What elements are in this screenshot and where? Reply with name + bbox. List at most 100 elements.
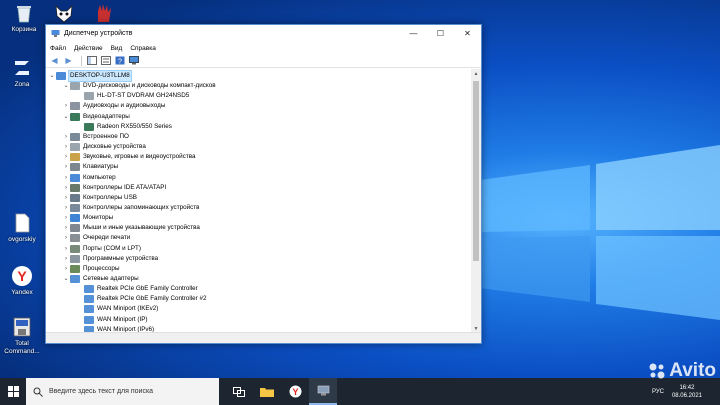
help-icon: ? xyxy=(115,56,124,65)
minimize-button[interactable]: — xyxy=(400,25,427,42)
tree-item-label: WAN Miniport (IKEv2) xyxy=(97,305,159,313)
taskbar-search-box[interactable]: Введите здесь текст для поиска xyxy=(26,378,219,405)
task-view-button[interactable] xyxy=(225,378,253,405)
chevron-down-icon[interactable]: ⌄ xyxy=(62,81,70,91)
chevron-down-icon[interactable]: ⌄ xyxy=(48,71,56,81)
clock-date: 08.06.2021 xyxy=(671,392,702,399)
tree-item-label: Дисковые устройства xyxy=(83,143,146,151)
menu-file[interactable]: Файл xyxy=(50,45,66,52)
chevron-right-icon[interactable]: › xyxy=(62,233,70,243)
scroll-up-icon[interactable]: ▲ xyxy=(471,69,481,79)
close-button[interactable]: ✕ xyxy=(454,25,481,42)
tree-item[interactable]: › Мониторы xyxy=(62,213,113,223)
tree-item[interactable]: › Дисковые устройства xyxy=(62,142,146,152)
network-icon xyxy=(84,295,94,304)
back-button[interactable]: ◀ xyxy=(49,55,60,66)
tree-item-label: Звуковые, игровые и видеоустройства xyxy=(83,153,196,161)
desktop-icon-ovgorskiy[interactable]: ovgorskiy xyxy=(0,212,44,244)
chevron-right-icon[interactable]: › xyxy=(62,173,70,183)
desktop-icon-zona[interactable]: Zona xyxy=(0,57,44,89)
desktop-icon-label: Корзина xyxy=(11,26,37,33)
status-bar xyxy=(46,332,481,343)
title-bar[interactable]: Диспетчер устройств — ☐ ✕ xyxy=(46,25,481,42)
desktop-icon-label: Zona xyxy=(14,81,30,88)
chevron-right-icon[interactable]: › xyxy=(62,183,70,193)
properties-button[interactable] xyxy=(100,55,111,66)
device-tree: ⌄ DESKTOP-U3TLLM8 ⌄ DVD-дисководы и дисково… xyxy=(46,69,473,334)
device-manager-taskbar-button[interactable] xyxy=(309,378,337,405)
yandex-browser-icon: Y xyxy=(289,385,301,398)
desktop-icon-total-commander[interactable]: Total Command... xyxy=(0,316,44,356)
desktop-icon-app-2[interactable] xyxy=(82,2,126,26)
system-tray: РУС 16:42 08.06.2021 xyxy=(652,378,720,405)
chevron-down-icon[interactable]: ⌄ xyxy=(62,274,70,284)
chevron-right-icon[interactable]: › xyxy=(62,223,70,233)
scrollbar-thumb[interactable] xyxy=(473,81,479,261)
tree-item[interactable]: Realtek PCIe GbE Family Controller xyxy=(76,284,198,294)
tree-item[interactable]: Radeon RX550/550 Series xyxy=(76,122,172,132)
chevron-right-icon[interactable]: › xyxy=(62,203,70,213)
chevron-down-icon[interactable]: ⌄ xyxy=(62,112,70,122)
tree-item-label: Сетевые адаптеры xyxy=(83,275,139,282)
tree-item[interactable]: ⌄ DESKTOP-U3TLLM8 xyxy=(48,70,132,82)
tree-item[interactable]: › Аудиовходы и аудиовыходы xyxy=(62,101,165,111)
language-indicator[interactable]: РУС xyxy=(652,389,664,395)
tree-item[interactable]: › Звуковые, игровые и видеоустройства xyxy=(62,152,195,162)
tree-item[interactable]: › Мыши и иные указывающие устройства xyxy=(62,223,200,233)
desktop-icon-yandex[interactable]: Y Yandex xyxy=(0,265,44,297)
tree-item[interactable]: › Процессоры xyxy=(62,264,119,274)
chevron-right-icon[interactable]: › xyxy=(62,162,70,172)
tree-item[interactable]: HL-DT-ST DVDRAM GH24NSD5 xyxy=(76,91,189,101)
minimize-icon: — xyxy=(409,29,418,38)
file-explorer-button[interactable] xyxy=(253,378,281,405)
tree-item[interactable]: ⌄ Сетевые адаптеры xyxy=(62,274,139,284)
chevron-right-icon[interactable]: › xyxy=(62,264,70,274)
chevron-right-icon[interactable]: › xyxy=(62,101,70,111)
search-placeholder: Введите здесь текст для поиска xyxy=(49,388,154,395)
tree-item[interactable]: WAN Miniport (IP) xyxy=(76,315,148,325)
tree-item[interactable]: › Программные устройства xyxy=(62,254,158,264)
desktop-icon-recycle-bin[interactable]: Корзина xyxy=(2,2,46,34)
menu-action[interactable]: Действие xyxy=(74,45,103,52)
chevron-right-icon[interactable]: › xyxy=(62,244,70,254)
tree-item[interactable]: › Контроллеры IDE ATA/ATAPI xyxy=(62,183,166,193)
chevron-right-icon[interactable]: › xyxy=(62,213,70,223)
chevron-right-icon[interactable]: › xyxy=(62,152,70,162)
tree-item-label: WAN Miniport (IP) xyxy=(97,315,148,323)
maximize-button[interactable]: ☐ xyxy=(427,25,454,42)
start-button[interactable] xyxy=(0,378,26,405)
tree-item[interactable]: ⌄ Видеоадаптеры xyxy=(62,112,130,122)
tree-item[interactable]: › Компьютер xyxy=(62,173,116,183)
tree-item[interactable]: › Контроллеры запоминающих устройств xyxy=(62,203,199,213)
tree-item-label: Мониторы xyxy=(83,214,114,222)
tree-item-label: HL-DT-ST DVDRAM GH24NSD5 xyxy=(97,92,190,100)
forward-button[interactable]: ▶ xyxy=(63,55,74,66)
help-button[interactable]: ? xyxy=(114,55,125,66)
yandex-browser-button[interactable]: Y xyxy=(281,378,309,405)
menu-help[interactable]: Справка xyxy=(130,45,156,52)
tree-item[interactable]: › Клавиатуры xyxy=(62,162,118,172)
tree-item[interactable]: ⌄ DVD-дисководы и дисководы компакт-диско… xyxy=(62,81,216,91)
vertical-scrollbar[interactable]: ▲ ▼ xyxy=(471,69,481,334)
tree-item[interactable]: › Порты (COM и LPT) xyxy=(62,244,141,254)
tree-item-label: Контроллеры запоминающих устройств xyxy=(83,203,200,211)
tree-item[interactable]: › Контроллеры USB xyxy=(62,193,137,203)
scan-hardware-button[interactable] xyxy=(128,55,139,66)
tree-item[interactable]: WAN Miniport (IKEv2) xyxy=(76,304,158,314)
tree-item[interactable]: Realtek PCIe GbE Family Controller #2 xyxy=(76,294,207,304)
show-hide-console-button[interactable] xyxy=(86,55,97,66)
chevron-right-icon[interactable]: › xyxy=(62,193,70,203)
arrow-right-icon: ▶ xyxy=(65,56,72,65)
tree-item[interactable]: › Очереди печати xyxy=(62,233,130,243)
zona-icon xyxy=(15,61,29,75)
tree-item[interactable]: › Встроенное ПО xyxy=(62,132,129,142)
display-adapter-icon xyxy=(70,112,80,121)
toolbar-separator xyxy=(81,55,82,66)
chevron-right-icon[interactable]: › xyxy=(62,254,70,264)
chevron-right-icon[interactable]: › xyxy=(62,142,70,152)
desktop-icon-app-1[interactable] xyxy=(42,2,86,26)
menu-view[interactable]: Вид xyxy=(111,45,123,52)
chevron-right-icon[interactable]: › xyxy=(62,132,70,142)
usb-icon xyxy=(70,193,80,202)
clock[interactable]: 16:42 08.06.2021 xyxy=(672,384,702,400)
